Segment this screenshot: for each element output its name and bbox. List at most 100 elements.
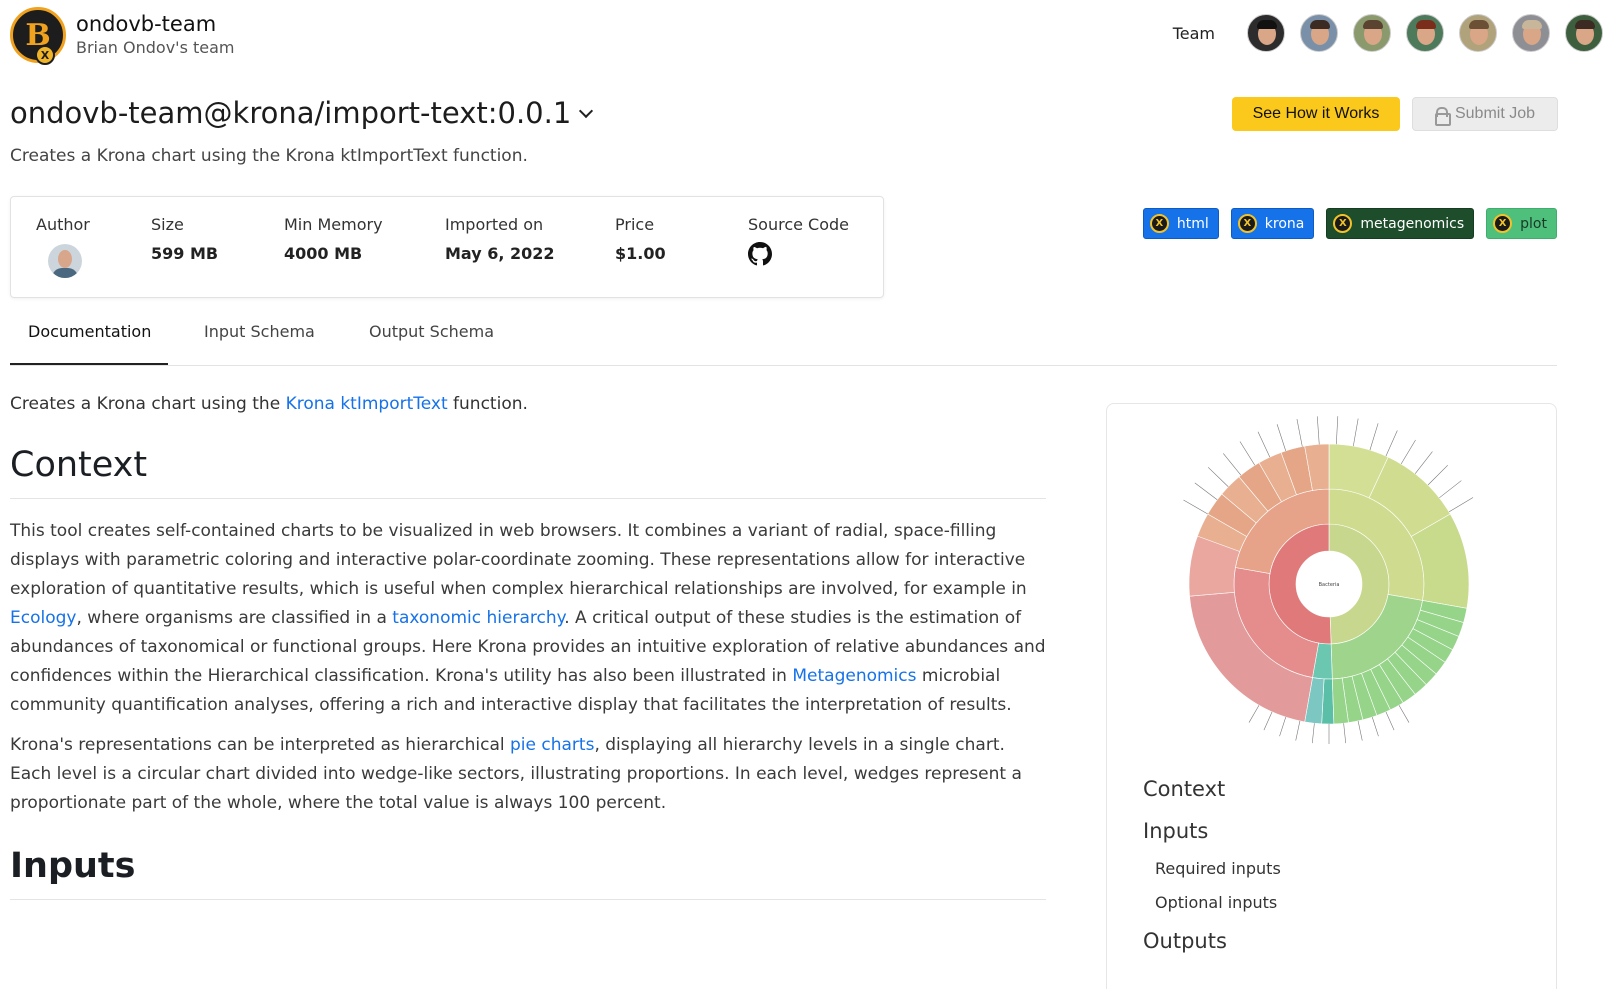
author-avatar[interactable] <box>48 244 82 278</box>
team-members: Team <box>1173 14 1603 52</box>
github-icon[interactable] <box>748 242 772 266</box>
see-how-it-works-button[interactable]: See How it Works <box>1232 97 1400 131</box>
tag-label: html <box>1176 215 1209 232</box>
krona-label-spoke <box>1296 419 1303 447</box>
tag-metagenomics[interactable]: Xmetagenomics <box>1326 208 1475 239</box>
krona-label-spoke <box>1414 451 1433 474</box>
chevron-down-icon[interactable] <box>579 103 594 119</box>
team-header: B X ondovb-team Brian Ondov's team <box>10 7 235 65</box>
context-paragraph: This tool creates self-contained charts … <box>10 521 1046 715</box>
krona-label-spoke <box>1385 711 1395 731</box>
imported-label: Imported on <box>445 215 544 234</box>
toc-required-inputs[interactable]: Required inputs <box>1155 858 1281 880</box>
krona-label-spoke <box>1311 723 1315 744</box>
avatar[interactable] <box>1300 14 1338 52</box>
krona-label-spoke <box>1427 464 1449 486</box>
avatar[interactable] <box>1512 14 1550 52</box>
krona-center-label: Bacteria <box>1319 582 1340 588</box>
krona-label-spoke <box>1183 499 1208 515</box>
krona-label-spoke <box>1336 416 1339 445</box>
lock-icon <box>1434 107 1451 126</box>
min-memory-label: Min Memory <box>284 215 383 234</box>
avatar[interactable] <box>1459 14 1497 52</box>
krona-label-spoke <box>1207 467 1229 487</box>
krona-label-spoke <box>1369 423 1379 451</box>
krona-label-spoke <box>1353 418 1359 447</box>
krona-label-spoke <box>1316 416 1320 445</box>
price-value: $1.00 <box>615 244 666 263</box>
krona-label-spoke <box>1400 439 1416 465</box>
inputs-heading: Inputs <box>10 846 1046 900</box>
pie-charts-link[interactable]: pie charts <box>510 735 594 755</box>
table-of-contents: Context Inputs Required inputs Optional … <box>1143 774 1281 968</box>
tag-list: Xhtml Xkrona Xmetagenomics Xplot <box>1131 208 1557 239</box>
tab-input-schema[interactable]: Input Schema <box>204 322 315 341</box>
team-label: Team <box>1172 23 1215 43</box>
krona-chart-image: Bacteria <box>1183 416 1474 744</box>
ecology-link[interactable]: Ecology <box>10 608 76 628</box>
krona-label-spoke <box>1194 482 1218 500</box>
tag-label: plot <box>1520 215 1547 232</box>
sidebar-card: Bacteria Context Inputs Required inputs … <box>1106 403 1557 989</box>
krona-label-spoke <box>1248 705 1260 723</box>
source-code-label: Source Code <box>748 215 849 234</box>
krona-label-spoke <box>1371 717 1379 737</box>
tag-krona[interactable]: Xkrona <box>1230 208 1315 239</box>
team-logo[interactable]: B X <box>10 7 66 65</box>
submit-job-button[interactable]: Submit Job <box>1412 97 1558 131</box>
metagenomics-link[interactable]: Metagenomics <box>792 666 916 686</box>
job-description: Creates a Krona chart using the Krona kt… <box>10 146 528 166</box>
size-label: Size <box>151 215 184 234</box>
tab-bar: Documentation Input Schema Output Schema <box>10 306 1557 366</box>
krona-label-spoke <box>1263 711 1273 731</box>
krona-label-spoke <box>1343 723 1347 744</box>
krona-label-spoke <box>1439 480 1462 499</box>
documentation-content: Creates a Krona chart using the Krona kt… <box>10 390 1046 900</box>
tab-output-schema[interactable]: Output Schema <box>369 322 494 341</box>
submit-job-label: Submit Job <box>1454 105 1536 122</box>
krona-label-spoke <box>1239 441 1256 466</box>
toc-outputs[interactable]: Outputs <box>1143 926 1281 956</box>
krona-label-spoke <box>1385 430 1398 457</box>
pie-chart-paragraph: Krona's representations can be interpret… <box>10 735 1022 813</box>
min-memory-value: 4000 MB <box>284 244 363 263</box>
avatar[interactable] <box>1565 14 1603 52</box>
imported-value: May 6, 2022 <box>445 244 555 263</box>
toc-context[interactable]: Context <box>1143 774 1281 804</box>
x-badge-icon: X <box>35 45 55 65</box>
tag-plot[interactable]: Xplot <box>1486 208 1557 239</box>
tag-label: krona <box>1264 215 1305 232</box>
avatar[interactable] <box>1406 14 1444 52</box>
krona-label-spoke <box>1398 705 1410 723</box>
krona-label-spoke <box>1295 720 1301 741</box>
lead-paragraph: Creates a Krona chart using the Krona kt… <box>10 394 528 414</box>
krona-ktimporttext-link[interactable]: Krona ktImportText <box>286 394 448 414</box>
krona-label-spoke <box>1276 424 1287 451</box>
active-tab-indicator <box>10 363 168 365</box>
price-label: Price <box>615 215 655 234</box>
krona-label-spoke <box>1279 717 1287 737</box>
job-info-card: Author Size 599 MB Min Memory 4000 MB Im… <box>10 196 884 298</box>
taxonomic-hierarchy-link[interactable]: taxonomic hierarchy <box>392 608 564 628</box>
x-badge-icon: X <box>1333 214 1353 233</box>
job-title: ondovb-team@krona/import-text:0.0.1 <box>10 96 572 130</box>
team-name[interactable]: ondovb-team <box>76 11 235 37</box>
toc-inputs[interactable]: Inputs <box>1143 816 1281 846</box>
team-subtitle: Brian Ondov's team <box>76 38 235 57</box>
avatar[interactable] <box>1353 14 1391 52</box>
x-badge-icon: X <box>1149 214 1169 233</box>
krona-label-spoke <box>1257 431 1271 458</box>
context-heading: Context <box>10 445 1046 499</box>
tag-html[interactable]: Xhtml <box>1142 208 1219 239</box>
krona-label-spoke <box>1223 453 1242 476</box>
krona-label-spoke <box>1357 720 1363 741</box>
author-label: Author <box>36 215 90 234</box>
krona-label-spoke <box>1448 497 1474 513</box>
toc-optional-inputs[interactable]: Optional inputs <box>1155 892 1281 914</box>
size-value: 599 MB <box>151 244 219 263</box>
tab-documentation[interactable]: Documentation <box>28 322 151 341</box>
x-badge-icon: X <box>1493 214 1513 233</box>
tag-label: metagenomics <box>1360 215 1465 232</box>
job-title-dropdown[interactable]: ondovb-team@krona/import-text:0.0.1 <box>10 96 594 130</box>
avatar[interactable] <box>1247 14 1285 52</box>
